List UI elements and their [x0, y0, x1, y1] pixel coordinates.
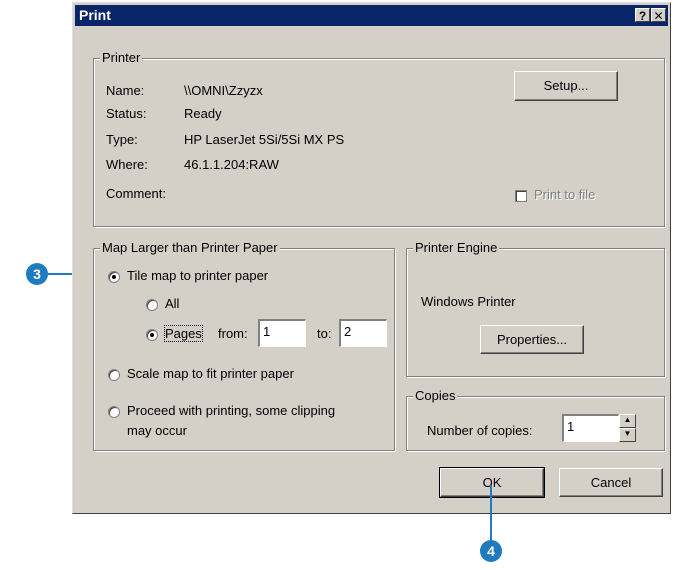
help-button[interactable]: ? [635, 8, 650, 23]
printer-engine-group-label: Printer Engine [413, 240, 500, 255]
proceed-label-line1[interactable]: Proceed with printing, some clipping [127, 403, 335, 418]
from-input[interactable]: 1 [258, 319, 306, 347]
map-larger-group: Map Larger than Printer Paper Tile map t… [93, 240, 395, 451]
where-label: Where: [106, 157, 148, 172]
pages-radio-dot [150, 333, 154, 337]
print-dialog: Print ? ✕ Printer Name: \\OMNI\Zzyzx Sta… [72, 2, 671, 514]
copies-spin-up[interactable]: ▲ [619, 414, 636, 428]
status-label: Status: [106, 106, 147, 121]
name-label: Name: [106, 83, 145, 98]
printer-engine-group: Printer Engine Windows Printer Propertie… [406, 240, 665, 377]
ok-button[interactable]: OK [439, 467, 545, 498]
tile-radio[interactable] [108, 271, 120, 283]
print-to-file-label[interactable]: Print to file [534, 187, 595, 202]
copies-group-label: Copies [413, 388, 458, 403]
properties-button-label: Properties... [496, 332, 568, 347]
tile-radio-dot [112, 275, 116, 279]
type-value: HP LaserJet 5Si/5Si MX PS [184, 132, 345, 147]
status-value: Ready [184, 106, 222, 121]
dialog-title: Print [79, 7, 111, 23]
title-bar: Print ? ✕ [75, 5, 668, 26]
all-radio[interactable] [146, 299, 158, 311]
tile-label[interactable]: Tile map to printer paper [127, 268, 268, 283]
callout-step-3: 3 [26, 263, 48, 285]
cancel-button-label: Cancel [590, 475, 632, 490]
scale-radio[interactable] [108, 369, 120, 381]
callout-step-4: 4 [480, 540, 502, 562]
scale-label[interactable]: Scale map to fit printer paper [127, 366, 294, 381]
engine-value: Windows Printer [421, 294, 516, 309]
properties-button[interactable]: Properties... [480, 325, 584, 354]
copies-group: Copies Number of copies: 1 ▲ ▼ [406, 388, 665, 451]
map-larger-group-label: Map Larger than Printer Paper [100, 240, 280, 255]
callout-line-4 [490, 485, 492, 541]
number-of-copies-label: Number of copies: [427, 423, 533, 438]
to-label: to: [317, 326, 332, 341]
print-to-file-checkbox[interactable] [515, 190, 527, 202]
to-input[interactable]: 2 [339, 319, 387, 347]
where-value: 46.1.1.204:RAW [184, 157, 279, 172]
comment-label: Comment: [106, 186, 166, 201]
proceed-label-line2[interactable]: may occur [127, 423, 187, 438]
proceed-radio[interactable] [108, 406, 120, 418]
setup-button[interactable]: Setup... [514, 71, 618, 101]
printer-group: Printer Name: \\OMNI\Zzyzx Status: Ready… [93, 50, 665, 227]
pages-label[interactable]: Pages [164, 325, 203, 342]
cancel-button[interactable]: Cancel [559, 468, 663, 497]
pages-radio[interactable] [146, 329, 158, 341]
from-label: from: [218, 326, 248, 341]
printer-group-label: Printer [100, 50, 143, 65]
copies-spin-down[interactable]: ▼ [619, 428, 636, 442]
copies-input[interactable]: 1 [562, 414, 619, 442]
type-label: Type: [106, 132, 138, 147]
close-button[interactable]: ✕ [651, 8, 666, 23]
setup-button-label: Setup... [543, 78, 589, 93]
all-label[interactable]: All [165, 296, 179, 311]
name-value: \\OMNI\Zzyzx [184, 83, 263, 98]
